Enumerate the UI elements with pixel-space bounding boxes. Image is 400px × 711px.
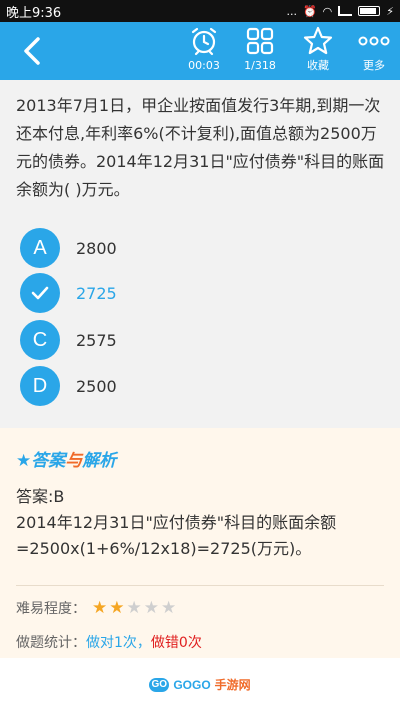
answer-line: 答案:B: [16, 487, 65, 506]
divider: [16, 585, 384, 586]
star-outline-icon: [303, 26, 333, 55]
option-value: 2575: [76, 330, 117, 350]
timer-button[interactable]: 00:03: [174, 26, 234, 80]
stats-separator: ，: [136, 635, 151, 651]
more-button[interactable]: 更多: [344, 26, 400, 80]
network-dots: ...: [286, 4, 297, 18]
difficulty-label: 难易程度：: [16, 601, 86, 617]
gogo-logo: GO GOGO 手游网: [149, 676, 251, 693]
option-a[interactable]: A 2800: [20, 228, 360, 268]
more-label: 更多: [363, 59, 385, 72]
option-value: 2800: [76, 238, 117, 258]
answer-body: 答案:B 2014年12月31日"应付债券"科目的账面余额=2500x(1+6%…: [16, 484, 384, 562]
logo-cn: 手游网: [214, 678, 251, 692]
answer-explanation: 2014年12月31日"应付债券"科目的账面余额=2500x(1+6%/12x1…: [16, 513, 337, 558]
progress-label: 1/318: [244, 59, 276, 72]
answer-section: ★答案与解析 答案:B 2014年12月31日"应付债券"科目的账面余额=250…: [0, 428, 400, 658]
battery-icon: [358, 6, 381, 16]
answer-title-suffix: 解析: [82, 451, 117, 471]
timer-label: 00:03: [188, 59, 220, 72]
logo-en: GOGO: [173, 677, 211, 692]
status-time: 晚上9:36: [6, 5, 62, 21]
option-value: 2725: [76, 283, 117, 303]
footer: GO GOGO 手游网: [0, 658, 400, 711]
status-icons: ... ⏰ ◠ ⚡: [286, 5, 394, 18]
star-empty-icon: ★: [161, 598, 179, 618]
option-d[interactable]: D 2500: [20, 366, 360, 406]
question-section: 2013年7月1日，甲企业按面值发行3年期,到期一次还本付息,年利率6%(不计复…: [0, 80, 400, 420]
answer-title: ★答案与解析: [16, 446, 116, 471]
more-dots-icon: [358, 36, 390, 46]
grid-icon: [246, 27, 274, 55]
option-value: 2500: [76, 376, 117, 396]
option-c[interactable]: C 2575: [20, 320, 360, 360]
stats-right: 做对1次: [86, 635, 137, 651]
back-button[interactable]: [14, 32, 50, 70]
logo-mark: GO: [149, 677, 170, 692]
option-letter: A: [20, 228, 60, 268]
star-filled-icon: ★: [109, 598, 127, 618]
chevron-left-icon: [24, 37, 40, 65]
answer-title-prefix: ★答案: [16, 451, 66, 471]
star-filled-icon: ★: [92, 598, 110, 618]
star-empty-icon: ★: [143, 598, 161, 618]
difficulty-stars: ★★★★★: [92, 598, 178, 618]
stats-row: 做题统计： 做对1次 ， 做错0次: [16, 632, 202, 652]
stats-wrong: 做错0次: [150, 635, 202, 651]
progress-button[interactable]: 1/318: [230, 26, 290, 80]
check-icon: [31, 286, 49, 300]
option-b[interactable]: 2725: [20, 273, 360, 313]
favorite-label: 收藏: [307, 59, 329, 72]
favorite-button[interactable]: 收藏: [288, 26, 348, 80]
answer-title-mid: 与: [65, 451, 83, 471]
alarm-icon: ⏰: [302, 4, 317, 18]
stats-label: 做题统计：: [16, 635, 86, 651]
wifi-icon: ◠: [322, 4, 333, 18]
difficulty-row: 难易程度： ★★★★★: [16, 598, 178, 618]
charging-icon: ⚡: [386, 4, 394, 18]
option-letter: D: [20, 366, 60, 406]
signal-icon: [338, 6, 353, 16]
alarm-clock-icon: [191, 27, 217, 56]
status-bar: 晚上9:36 ... ⏰ ◠ ⚡: [0, 0, 400, 22]
top-toolbar: 00:03 1/318 收藏 更多: [0, 22, 400, 80]
option-selected-check: [20, 273, 60, 313]
option-letter: C: [20, 320, 60, 360]
star-empty-icon: ★: [126, 598, 144, 618]
question-text: 2013年7月1日，甲企业按面值发行3年期,到期一次还本付息,年利率6%(不计复…: [16, 96, 385, 199]
